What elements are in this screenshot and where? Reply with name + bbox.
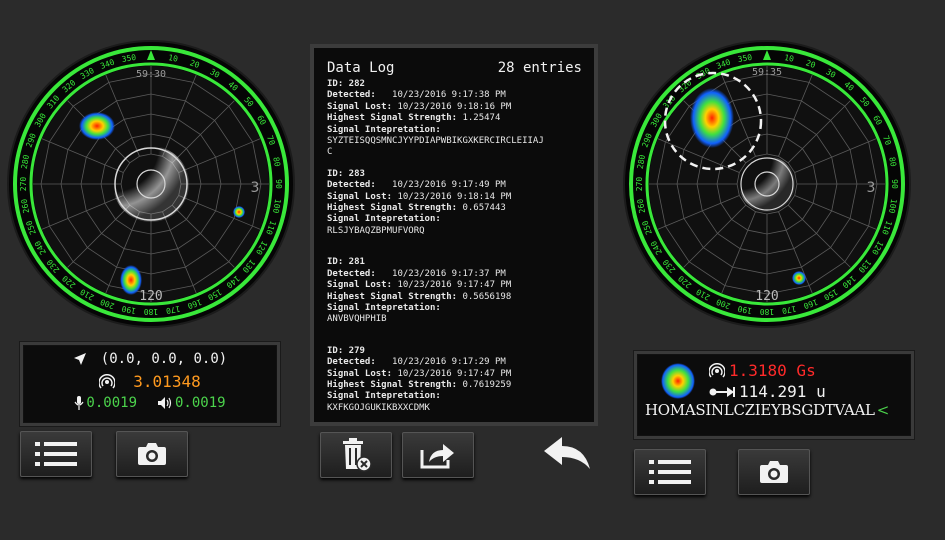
strength-value: 0.7619259 [462, 379, 512, 390]
interp-value: SYZTEISQQSMNCJYYPDIAPWBIKGXKERCIRCLEIIAJ [327, 136, 544, 147]
lost-label: Signal Lost: [327, 101, 393, 112]
signal-blob [792, 271, 806, 285]
strength-value: 0.657443 [462, 203, 506, 214]
right-readout-panel: 1.3180 Gs 114.291 u HOMASINLCZIEYBSGDTVA… [634, 351, 914, 439]
lost-value: 10/23/2016 9:17:47 PM [397, 368, 512, 379]
strength-value: 1.25474 [462, 113, 501, 124]
strength-label: Highest Signal Strength: [327, 113, 458, 124]
strength-label: Highest Signal Strength: [327, 291, 458, 302]
strength-value: 0.5656198 [462, 291, 512, 302]
lost-value: 10/23/2016 9:18:14 PM [397, 191, 512, 202]
camera-icon [138, 443, 166, 465]
location-value: (0.0, 0.0, 0.0) [100, 351, 228, 367]
compass-label: 270 [635, 177, 644, 192]
interp-value-continued: C [327, 147, 333, 158]
interp-label: Signal Intepretation: [327, 302, 441, 313]
detected-value: 10/23/2016 9:17:49 PM [392, 180, 506, 191]
data-log-panel[interactable]: Data Log 28 entries ID: 282 Detected: 10… [310, 44, 598, 426]
left-readout-panel: (0.0, 0.0, 0.0) 3.01348 0.0019 0.0019 [20, 342, 280, 426]
compass-label: 90 [274, 179, 283, 189]
signal-value: 3.01348 [133, 372, 201, 391]
interp-label: Signal Intepretation: [327, 391, 441, 402]
signal-icon [99, 373, 116, 388]
detected-label: Detected: [327, 268, 376, 279]
radar-east-number: 3 [251, 180, 260, 196]
detected-value: 10/23/2016 9:17:38 PM [392, 90, 506, 101]
interp-label: Signal Intepretation: [327, 124, 441, 135]
compass-label: 10 [784, 53, 795, 64]
trash-x-icon [343, 438, 372, 472]
lost-label: Signal Lost: [327, 191, 393, 202]
share-icon [420, 444, 454, 469]
detected-label: Detected: [327, 357, 376, 368]
field-value: 1.3180 Gs [729, 361, 816, 380]
radar-time: 59:30 [136, 69, 166, 80]
compass-label: 180 [144, 307, 159, 316]
list-icon [649, 460, 691, 484]
lost-value: 10/23/2016 9:17:47 PM [397, 280, 512, 291]
lost-value: 10/23/2016 9:18:16 PM [397, 101, 512, 112]
lost-label: Signal Lost: [327, 280, 393, 291]
interp-value: KXFKGOJGUKIKBXXCDMK [327, 402, 430, 413]
signal-icon [709, 362, 725, 377]
location-arrow-icon [73, 353, 86, 365]
strength-label: Highest Signal Strength: [327, 203, 458, 214]
radar-south-number: 120 [755, 289, 778, 304]
mic-value: 0.0019 [86, 395, 137, 411]
interp-value: RLSJYBAQZBPMUFVORQ [327, 225, 425, 236]
left-radar: 350 10 20304050607080901001101201301401501… [7, 40, 295, 328]
camera-icon [760, 461, 788, 483]
signal-blob [690, 88, 734, 148]
entry-id: ID: 282 [327, 79, 365, 89]
lost-label: Signal Lost: [327, 368, 393, 379]
log-entry: ID: 283 Detected: 10/23/2016 9:17:49 PM … [327, 169, 582, 237]
heat-signature-icon [661, 363, 695, 399]
compass-label: 80 [271, 156, 282, 167]
log-entry: ID: 281 Detected: 10/23/2016 9:17:37 PM … [327, 257, 582, 325]
radar-east-number: 3 [867, 180, 876, 196]
detected-label: Detected: [327, 180, 376, 191]
speaker-value: 0.0019 [175, 395, 226, 411]
data-log-title: Data Log [327, 60, 395, 76]
share-log-button[interactable] [402, 432, 474, 478]
right-list-button[interactable] [634, 449, 706, 495]
distance-value: 114.291 u [739, 382, 826, 401]
detected-value: 10/23/2016 9:17:29 PM [392, 357, 506, 368]
detected-label: Detected: [327, 90, 376, 101]
right-radar: 350 10 20304050607080901001101201301401501… [623, 40, 911, 328]
list-icon [35, 442, 77, 466]
detected-value: 10/23/2016 9:17:37 PM [392, 268, 506, 279]
compass-label: 80 [887, 156, 898, 167]
log-entry: ID: 282 Detected: 10/23/2016 9:17:38 PM … [327, 79, 582, 159]
decoded-cursor: < [876, 401, 890, 419]
decoded-text: HOMASINLCZIEYBSGDTVAAL [645, 401, 875, 419]
left-camera-button[interactable] [116, 431, 188, 477]
back-button[interactable] [532, 432, 602, 476]
compass-label: 90 [890, 179, 899, 189]
radar-south-number: 120 [139, 289, 162, 304]
entry-id: ID: 283 [327, 168, 365, 179]
interp-label: Signal Intepretation: [327, 214, 441, 225]
compass-label: 180 [760, 307, 775, 316]
signal-blob [79, 112, 115, 140]
delete-log-button[interactable] [320, 432, 392, 478]
speaker-icon [158, 397, 172, 409]
entry-id: ID: 279 [327, 345, 365, 356]
compass-label: 270 [19, 177, 28, 192]
data-log-count: 28 entries [497, 60, 582, 76]
microphone-icon [74, 396, 84, 410]
right-camera-button[interactable] [738, 449, 810, 495]
strength-label: Highest Signal Strength: [327, 379, 458, 390]
entry-id: ID: 281 [327, 257, 365, 268]
signal-blob [233, 206, 245, 218]
back-arrow-icon [544, 437, 590, 469]
distance-icon [709, 386, 735, 397]
compass-label: 10 [168, 53, 179, 64]
interp-value: ANVBVQHPHIB [327, 314, 387, 325]
log-entry: ID: 279 Detected: 10/23/2016 9:17:29 PM … [327, 346, 582, 414]
radar-time: 59:35 [752, 67, 782, 78]
left-list-button[interactable] [20, 431, 92, 477]
